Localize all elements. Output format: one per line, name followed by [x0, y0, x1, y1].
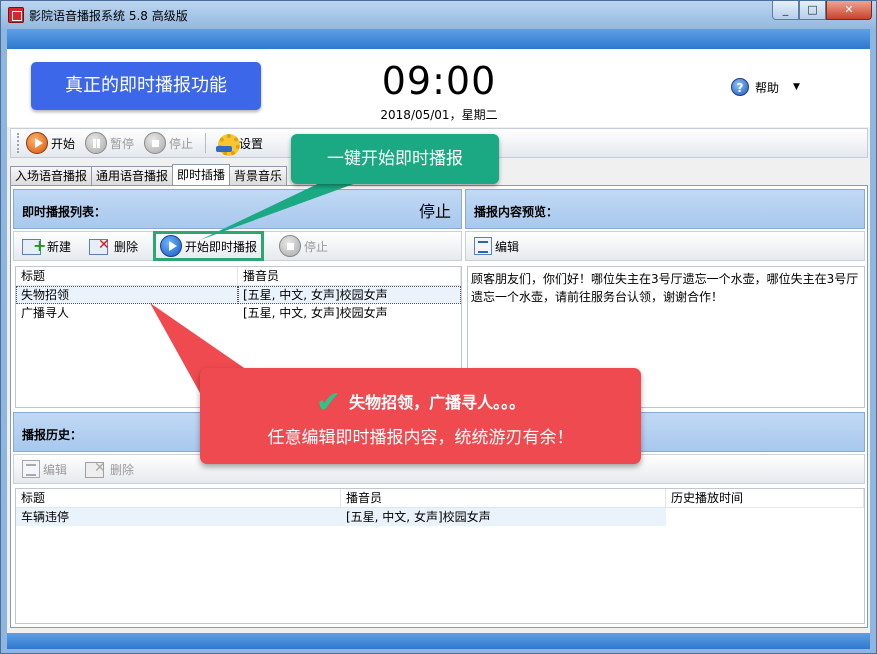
check-icon: ✔	[315, 385, 342, 420]
red-callout-line1-text: 失物招领，广播寻人。。。	[349, 393, 526, 412]
callout-pointers	[150, 178, 370, 420]
red-callout: ✔ 失物招领，广播寻人。。。 任意编辑即时播报内容，统统游刃有余！	[200, 368, 641, 464]
green-callout: 一键开始即时播报	[291, 134, 499, 184]
red-callout-line2: 任意编辑即时播报内容，统统游刃有余！	[267, 428, 574, 448]
red-callout-line1: ✔ 失物招领，广播寻人。。。	[200, 385, 641, 420]
green-callout-pointer	[200, 178, 370, 240]
